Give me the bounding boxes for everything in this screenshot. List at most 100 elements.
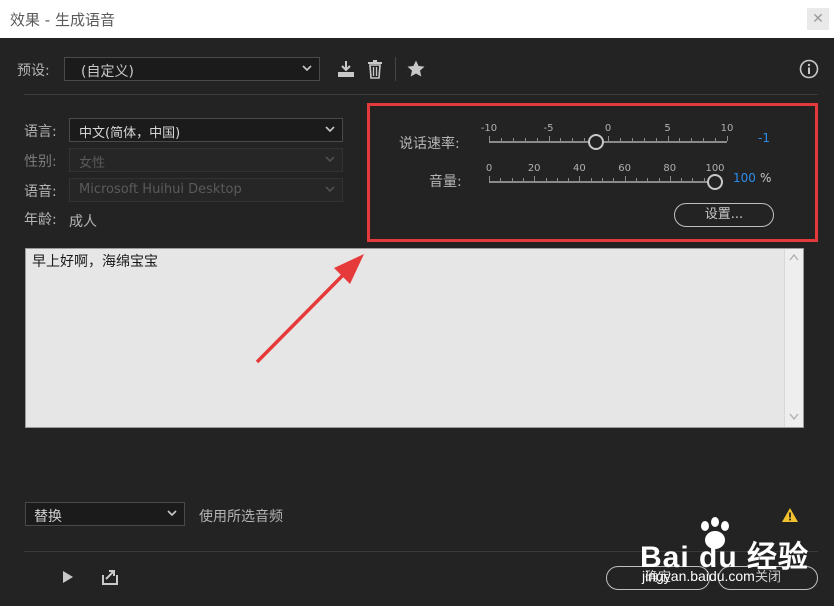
output-mode-value: 替换 xyxy=(34,509,62,525)
slider-tick-mark xyxy=(534,176,536,181)
preset-label: 预设: xyxy=(17,63,50,79)
rate-value[interactable]: -1 xyxy=(758,131,770,145)
slider-tick-mark xyxy=(715,138,717,141)
slider-tick-mark xyxy=(681,178,683,181)
rate-tick-label: 10 xyxy=(720,123,734,134)
slider-tick-mark xyxy=(643,138,645,141)
divider-top xyxy=(24,94,818,95)
slider-tick-mark xyxy=(489,136,490,141)
toolbar-divider xyxy=(395,57,396,81)
age-label: 年龄: xyxy=(24,212,57,228)
volume-tick-label: 100 xyxy=(705,163,725,174)
slider-tick-mark xyxy=(556,178,558,181)
slider-tick-mark xyxy=(647,178,649,181)
slider-tick-mark xyxy=(669,176,671,181)
voice-value: Microsoft Huihui Desktop xyxy=(79,182,242,197)
slider-tick-mark xyxy=(619,138,621,141)
preset-select[interactable]: (自定义) xyxy=(64,57,320,81)
slider-tick-mark xyxy=(703,178,705,181)
volume-value[interactable]: 100 xyxy=(733,171,756,185)
scroll-up-icon[interactable] xyxy=(789,253,799,261)
slider-tick-mark xyxy=(692,178,694,181)
volume-tick-label: 20 xyxy=(527,163,541,174)
gender-select: 女性 xyxy=(69,148,343,172)
voice-select: Microsoft Huihui Desktop xyxy=(69,178,343,202)
slider-tick-mark xyxy=(489,176,490,181)
paw-icon xyxy=(701,517,729,549)
slider-tick-mark xyxy=(511,178,513,181)
age-value: 成人 xyxy=(69,214,97,230)
output-mode-select[interactable]: 替换 xyxy=(25,502,185,526)
slider-tick-mark xyxy=(512,138,514,141)
slider-tick-mark xyxy=(536,138,538,141)
volume-label: 音量: xyxy=(429,174,462,190)
use-selected-audio-label: 使用所选音频 xyxy=(199,509,283,525)
star-icon[interactable] xyxy=(406,59,426,79)
chevron-down-icon xyxy=(325,186,335,193)
slider-tick-mark xyxy=(579,176,581,181)
slider-tick-mark xyxy=(590,178,592,181)
slider-tick-mark xyxy=(691,138,693,141)
slider-tick-mark xyxy=(560,138,562,141)
volume-tick-label: 60 xyxy=(618,163,631,174)
language-label: 语言: xyxy=(24,124,57,140)
watermark-url: jingyan.baidu.com xyxy=(642,568,755,584)
rate-slider-track[interactable] xyxy=(489,141,727,143)
slider-tick-mark xyxy=(727,136,728,141)
speech-text-value: 早上好啊，海绵宝宝 xyxy=(32,254,158,270)
slider-tick-mark xyxy=(608,136,609,141)
window-title: 效果 - 生成语音 xyxy=(10,11,115,29)
slider-tick-mark xyxy=(584,138,586,141)
save-preset-icon[interactable] xyxy=(336,59,356,79)
baidu-watermark-logo: Bai du 经验 xyxy=(640,516,830,576)
slider-tick-mark xyxy=(667,136,669,141)
rate-tick-label: -5 xyxy=(543,123,554,134)
annotation-arrow-icon xyxy=(255,254,364,364)
slider-tick-mark xyxy=(635,178,637,181)
slider-tick-mark xyxy=(658,178,660,181)
slider-tick-mark xyxy=(624,176,626,181)
speech-text-area[interactable]: 早上好啊，海绵宝宝 xyxy=(25,248,804,428)
title-bar xyxy=(0,0,834,38)
volume-tick-label: 80 xyxy=(663,163,677,174)
chevron-down-icon xyxy=(325,156,335,163)
voice-label: 语音: xyxy=(24,184,57,200)
slider-tick-mark xyxy=(568,178,570,181)
slider-tick-mark xyxy=(522,178,524,181)
export-icon[interactable] xyxy=(100,568,120,586)
slider-tick-mark xyxy=(545,178,547,181)
play-icon[interactable] xyxy=(61,570,75,584)
slider-tick-mark xyxy=(631,138,633,141)
slider-tick-mark xyxy=(500,138,502,141)
slider-tick-mark xyxy=(500,178,502,181)
volume-slider-track[interactable] xyxy=(489,181,715,183)
language-select[interactable]: 中文(简体，中国) xyxy=(69,118,343,142)
volume-slider-handle[interactable] xyxy=(707,174,723,190)
settings-button[interactable]: 设置... xyxy=(674,203,774,227)
volume-tick-label: 0 xyxy=(485,163,493,174)
chevron-down-icon xyxy=(325,126,335,133)
rate-slider-handle[interactable] xyxy=(588,134,605,150)
gender-label: 性别: xyxy=(24,154,57,170)
rate-tick-label: 0 xyxy=(604,123,612,134)
chevron-down-icon xyxy=(302,65,312,72)
close-window-button[interactable]: ✕ xyxy=(807,8,829,30)
slider-tick-mark xyxy=(524,138,526,141)
slider-tick-mark xyxy=(613,178,615,181)
slider-tick-mark xyxy=(703,138,705,141)
info-icon[interactable] xyxy=(799,59,819,79)
gender-value: 女性 xyxy=(79,156,106,171)
slider-tick-mark xyxy=(548,136,550,141)
rate-tick-label: -10 xyxy=(480,123,498,134)
preset-value: (自定义) xyxy=(81,64,134,80)
text-scrollbar[interactable] xyxy=(784,249,803,427)
scroll-down-icon[interactable] xyxy=(789,413,799,421)
trash-icon[interactable] xyxy=(365,59,385,79)
slider-tick-mark xyxy=(679,138,681,141)
volume-unit: % xyxy=(760,171,772,185)
slider-tick-mark xyxy=(602,178,603,181)
volume-tick-label: 40 xyxy=(573,163,586,174)
slider-tick-mark xyxy=(655,138,657,141)
language-value: 中文(简体，中国) xyxy=(79,126,181,141)
chevron-down-icon xyxy=(167,510,177,517)
